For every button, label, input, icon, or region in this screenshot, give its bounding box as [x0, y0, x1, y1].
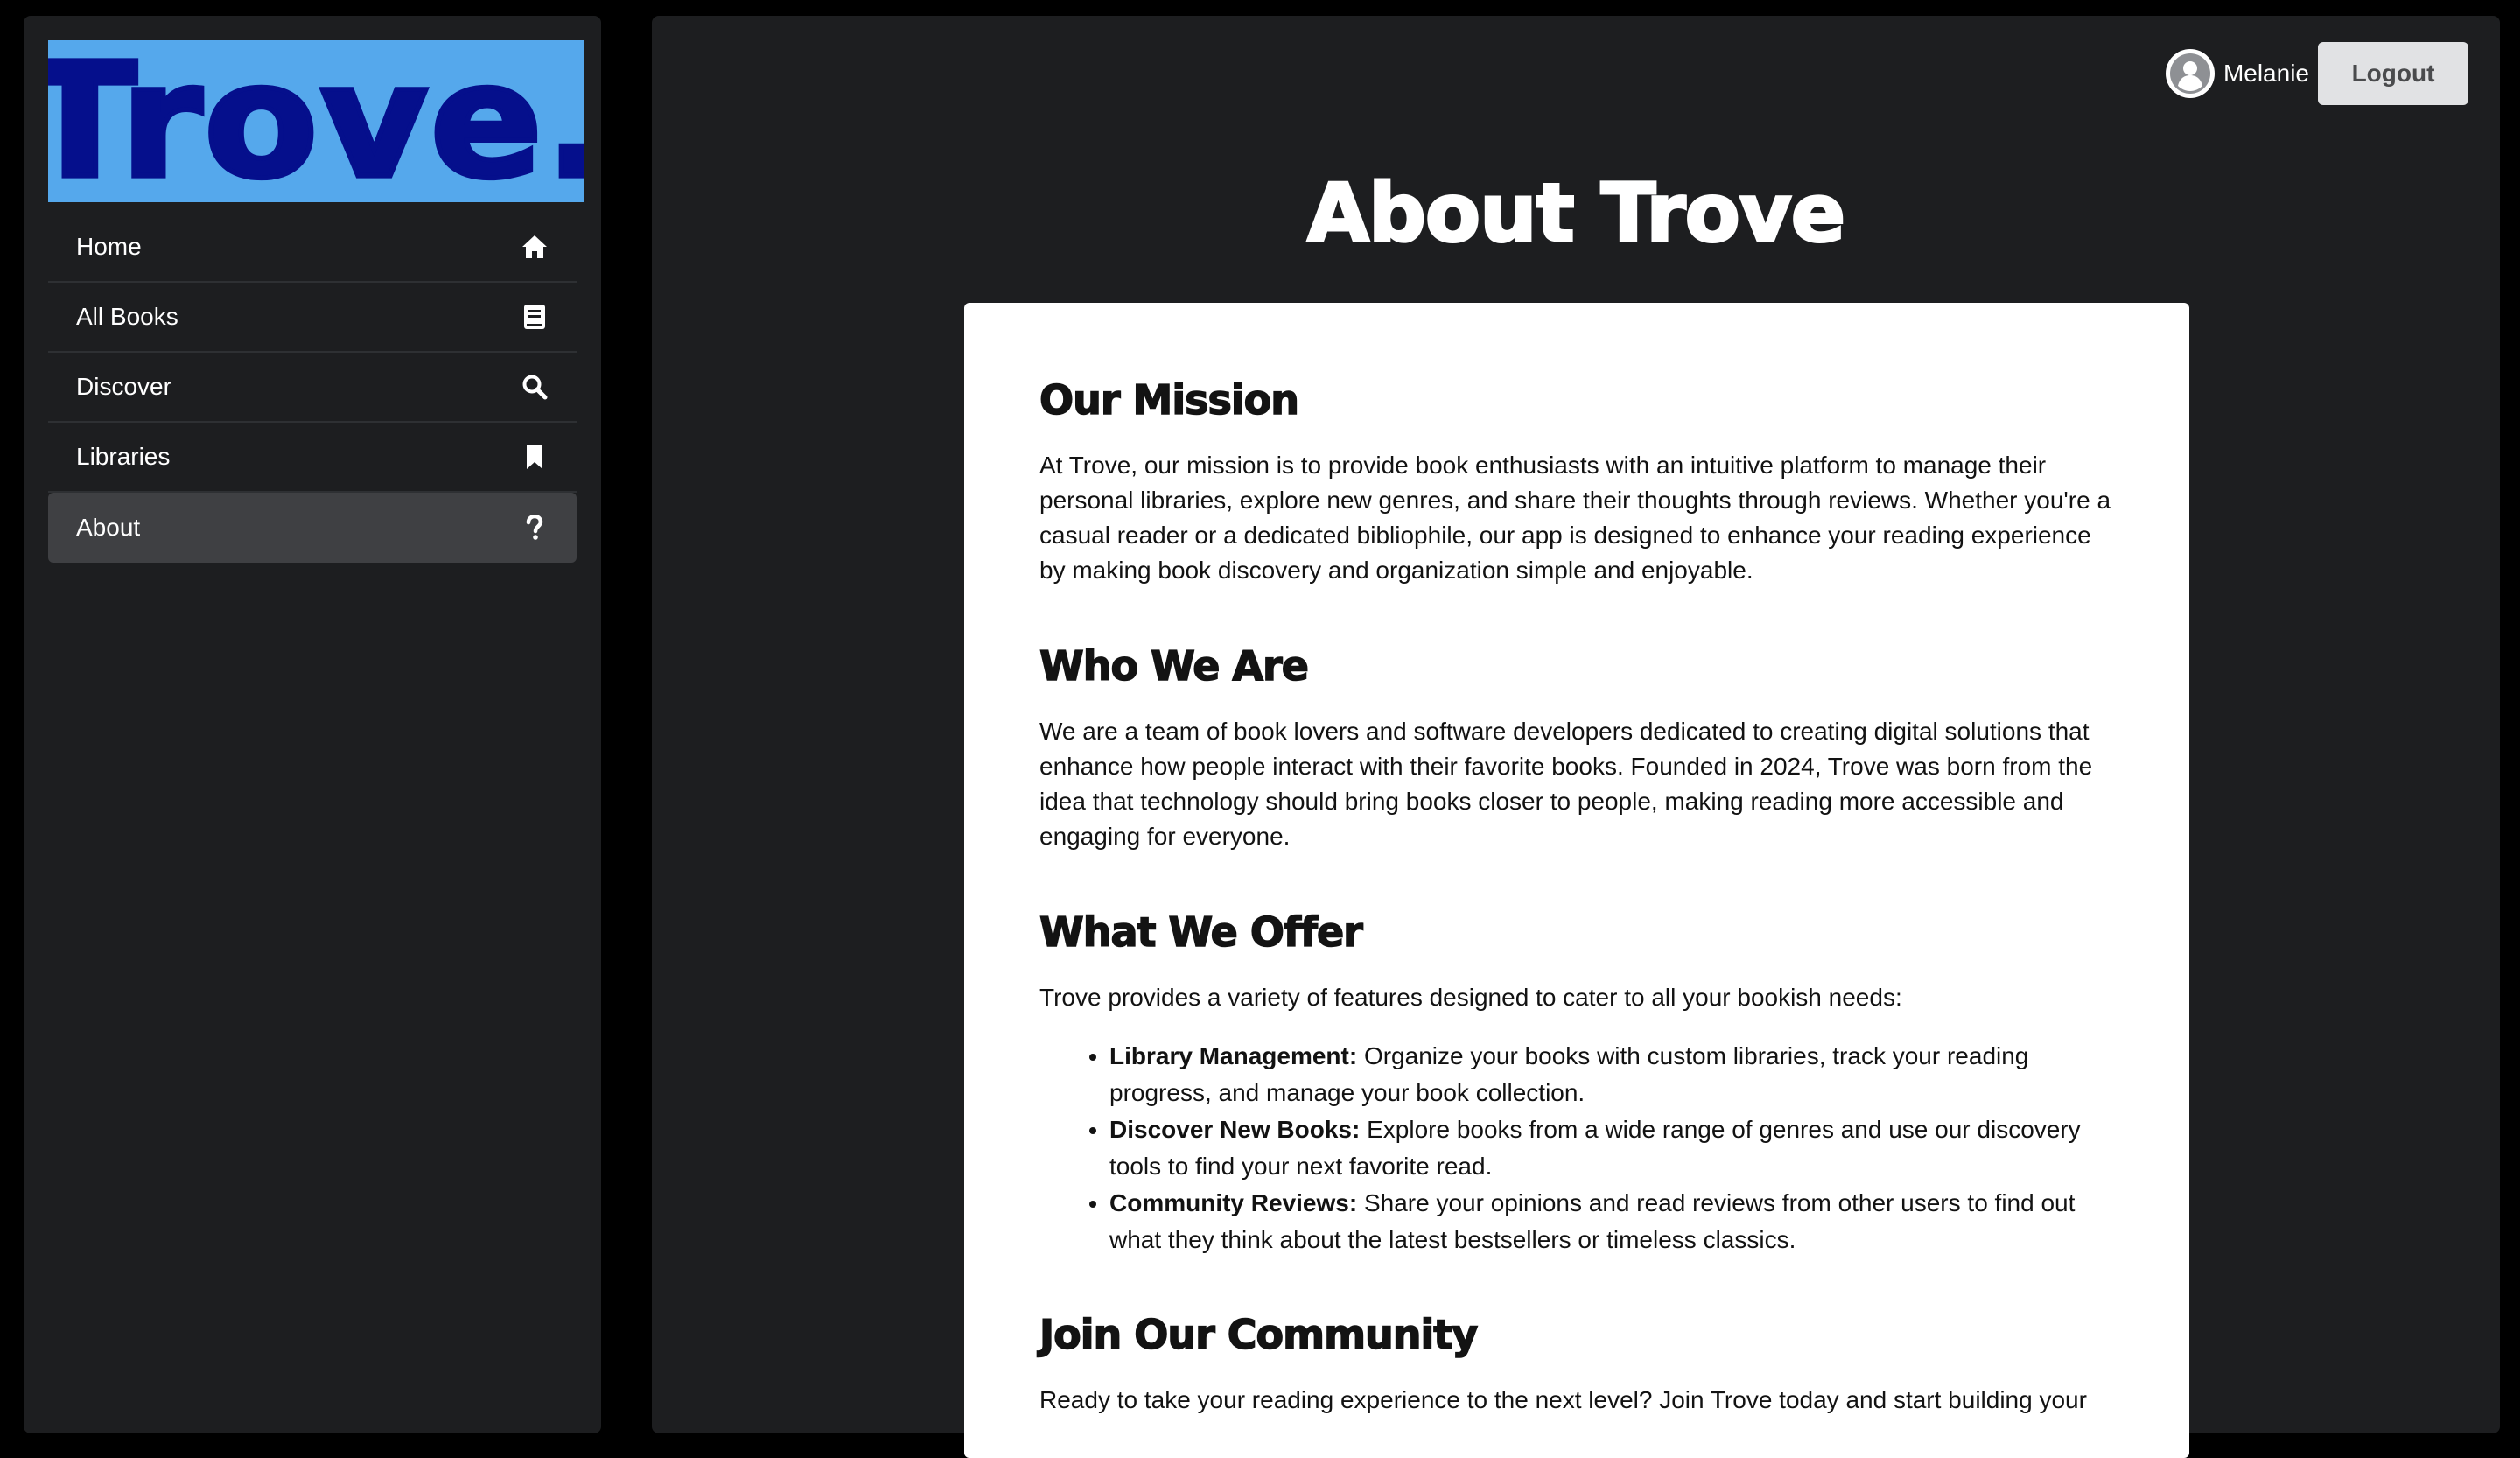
about-card: Our Mission At Trove, our mission is to … — [964, 303, 2189, 1458]
logo-text: Trove. — [48, 40, 584, 202]
sidebar-item-label: About — [76, 514, 141, 541]
section-body-join: Ready to take your reading experience to… — [1040, 1386, 2087, 1413]
list-item: Community Reviews: Share your opinions a… — [1110, 1185, 2114, 1258]
bookmark-icon — [521, 443, 549, 471]
section-heading-who: Who We Are — [1039, 641, 1309, 690]
sidebar-item-home[interactable]: Home — [48, 213, 577, 283]
home-icon — [521, 233, 549, 261]
feature-title: Discover New Books: — [1110, 1116, 1361, 1143]
list-item: Discover New Books: Explore books from a… — [1110, 1111, 2114, 1185]
trove-logo[interactable]: Trove. — [48, 40, 584, 202]
username: Melanie — [2222, 60, 2309, 87]
section-heading-mission: Our Mission — [1039, 375, 1299, 424]
sidebar-item-label: Discover — [76, 373, 172, 400]
feature-title: Community Reviews: — [1110, 1189, 1358, 1216]
sidebar-item-label: Libraries — [76, 443, 171, 470]
section-body-mission: At Trove, our mission is to provide book… — [1040, 452, 2111, 584]
search-icon — [521, 373, 549, 401]
section-heading-join: Join Our Community — [1039, 1310, 1479, 1359]
user-bar: Melanie Logout — [2165, 42, 2468, 105]
sidebar-nav: Home All Books Discover Libraries About — [48, 213, 577, 563]
logout-button[interactable]: Logout — [2318, 42, 2468, 105]
section-intro-offer: Trove provides a variety of features des… — [1040, 984, 1902, 1011]
main-content: Melanie Logout About Trove Our Mission A… — [652, 16, 2500, 1458]
list-item: Library Management: Organize your books … — [1110, 1038, 2114, 1111]
section-body-who: We are a team of book lovers and softwar… — [1040, 718, 2093, 850]
user-icon — [2169, 53, 2210, 94]
book-icon — [521, 303, 549, 331]
avatar[interactable] — [2165, 49, 2215, 98]
sidebar-item-libraries[interactable]: Libraries — [48, 423, 577, 493]
sidebar-item-discover[interactable]: Discover — [48, 353, 577, 423]
section-heading-offer: What We Offer — [1039, 908, 1363, 957]
sidebar: Trove. Home All Books Discover Libraries — [24, 16, 601, 1433]
feature-list: Library Management: Organize your books … — [1110, 1038, 2114, 1258]
sidebar-item-all-books[interactable]: All Books — [48, 283, 577, 353]
sidebar-item-about[interactable]: About — [48, 493, 577, 563]
feature-title: Library Management: — [1110, 1042, 1358, 1069]
sidebar-item-label: Home — [76, 233, 142, 260]
page-title: About Trove — [1306, 165, 1846, 262]
sidebar-item-label: All Books — [76, 303, 178, 330]
question-icon — [521, 514, 549, 542]
